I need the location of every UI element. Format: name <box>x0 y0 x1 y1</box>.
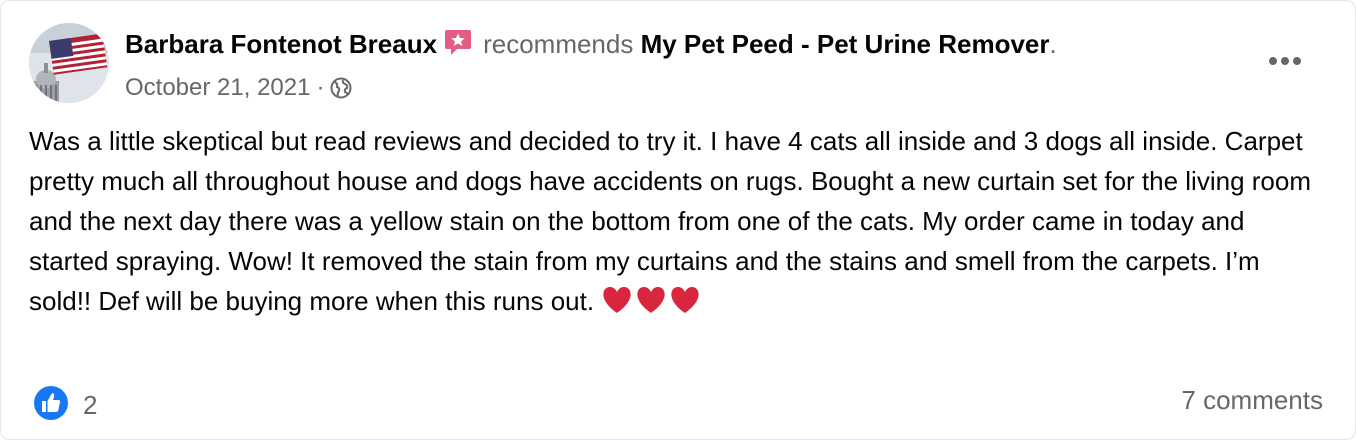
post-date[interactable]: October 21, 2021 <box>125 73 310 103</box>
heart-icon <box>671 287 699 313</box>
title-period: . <box>1049 29 1057 59</box>
page-link[interactable]: My Pet Peed - Pet Urine Remover <box>641 29 1050 59</box>
review-card: Barbara Fontenot Breaux recommends My Pet… <box>0 0 1356 440</box>
recommends-text: recommends <box>483 29 634 59</box>
more-options-icon[interactable] <box>1265 41 1305 81</box>
post-title-line: Barbara Fontenot Breaux recommends My Pet… <box>125 27 1265 65</box>
author-name[interactable]: Barbara Fontenot Breaux <box>125 29 437 59</box>
post-body: Was a little skeptical but read reviews … <box>29 121 1329 327</box>
meta-separator: · <box>316 74 325 101</box>
avatar-image <box>29 23 109 103</box>
like-count: 2 <box>83 390 98 420</box>
heart-icon <box>603 287 631 313</box>
globe-icon[interactable] <box>330 77 352 99</box>
avatar[interactable] <box>29 23 109 103</box>
reactions-summary[interactable]: 2 <box>33 385 97 426</box>
recommendation-star-icon <box>443 27 473 65</box>
heart-emoji-group <box>600 284 704 327</box>
comments-link[interactable]: 7 comments <box>1181 385 1323 416</box>
post-meta: October 21, 2021 · <box>125 73 1265 103</box>
like-reaction-icon <box>33 385 69 426</box>
heart-icon <box>637 287 665 313</box>
post-header: Barbara Fontenot Breaux recommends My Pet… <box>125 27 1265 103</box>
